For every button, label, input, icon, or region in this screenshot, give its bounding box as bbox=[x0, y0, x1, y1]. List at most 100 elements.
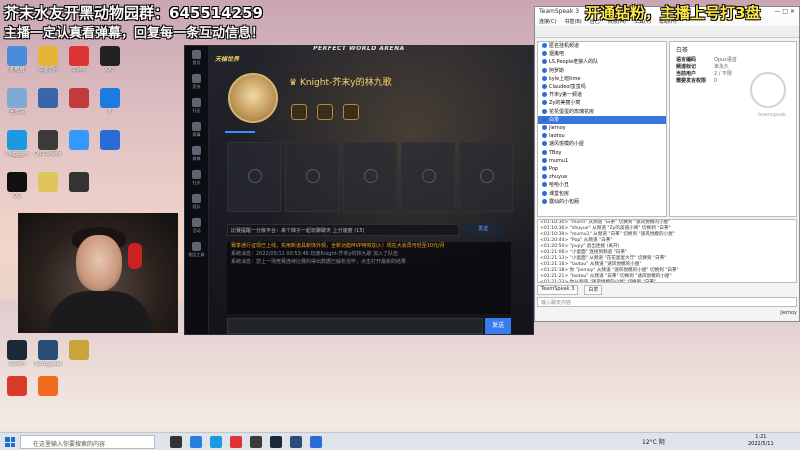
channel-tree-item[interactable]: Zy的美丽小窝 bbox=[538, 99, 666, 107]
teamspeak-icon[interactable] bbox=[290, 436, 302, 448]
steam-icon[interactable] bbox=[270, 436, 282, 448]
desktop-icon[interactable] bbox=[33, 376, 63, 404]
windows-start-icon[interactable] bbox=[5, 437, 15, 447]
desktop-icon-label bbox=[2, 397, 32, 404]
app-icon bbox=[38, 130, 58, 150]
badge-icon-2[interactable] bbox=[317, 104, 333, 120]
game-nav-item[interactable]: 社交 bbox=[185, 166, 208, 190]
channel-tree-item[interactable]: zhuyue bbox=[538, 173, 666, 181]
game-nav-item[interactable]: 竞技 bbox=[185, 70, 208, 94]
app-icon bbox=[38, 340, 58, 360]
channel-tree-item[interactable]: jiemoy bbox=[538, 124, 666, 132]
desktop-icon[interactable]: TeamSpeak 3 bbox=[33, 340, 63, 368]
ts-chat-input[interactable]: 输入聊天内容 bbox=[537, 297, 797, 307]
desktop-icon[interactable]: 2345 bbox=[64, 46, 94, 74]
desktop-icon[interactable] bbox=[95, 130, 125, 158]
channel-icon bbox=[542, 198, 547, 204]
nav-icon bbox=[192, 98, 201, 107]
desktop-icon[interactable] bbox=[33, 172, 63, 200]
ts-title: TeamSpeak 3 bbox=[539, 8, 580, 15]
game-nav-item[interactable]: 物品工具 bbox=[185, 238, 208, 262]
team-seat-1[interactable] bbox=[227, 142, 281, 212]
channel-tree-item[interactable]: laotou bbox=[538, 132, 666, 140]
ts-chat-tab[interactable]: 白茶 bbox=[584, 285, 603, 295]
room-owner-avatar[interactable] bbox=[228, 73, 278, 123]
nav-icon bbox=[192, 122, 201, 131]
channel-tree-item[interactable]: Claudeol蛮蛮吗 bbox=[538, 83, 666, 91]
desktop-icon[interactable]: 此电脑 bbox=[2, 46, 32, 74]
desktop-icon-label bbox=[33, 193, 63, 200]
edge-icon[interactable] bbox=[210, 436, 222, 448]
nav-icon bbox=[192, 74, 201, 83]
game-client-icon[interactable] bbox=[310, 436, 322, 448]
clock[interactable]: 1:21 2022/5/11 bbox=[748, 434, 774, 448]
channel-tree-item[interactable]: kyle上班time bbox=[538, 75, 666, 83]
app-icon bbox=[100, 46, 120, 66]
hint-send-button[interactable]: 发送 bbox=[463, 224, 503, 236]
channel-tree-item[interactable]: 露仙的小包厢 bbox=[538, 198, 666, 206]
channel-tree-item[interactable]: 哈哈小丑 bbox=[538, 181, 666, 189]
window-controls[interactable]: — □ ✕ bbox=[774, 8, 795, 16]
webcam-body bbox=[48, 291, 152, 333]
team-seat-4[interactable] bbox=[401, 142, 455, 212]
channel-tree-item[interactable]: 烟鬼吧 bbox=[538, 50, 666, 58]
send-button[interactable]: 发送 bbox=[485, 318, 511, 334]
team-seat-5[interactable] bbox=[459, 142, 513, 212]
desktop-icon[interactable]: Microsoft Edge bbox=[2, 130, 32, 158]
channel-icon bbox=[542, 149, 547, 155]
channel-tree-item[interactable]: mumu1 bbox=[538, 157, 666, 165]
desktop-icon[interactable]: 回收站 bbox=[2, 88, 32, 116]
team-seat-2[interactable] bbox=[285, 142, 339, 212]
channel-tree-item[interactable]: 课堂包房 bbox=[538, 190, 666, 198]
channel-tree-item[interactable]: 速风悦模的小屋 bbox=[538, 140, 666, 148]
nav-icon bbox=[192, 146, 201, 155]
desktop-icon[interactable] bbox=[64, 88, 94, 116]
desktop-icon[interactable]: QQ bbox=[2, 172, 32, 200]
ts-menu-item[interactable]: 书签(B) bbox=[564, 18, 581, 25]
stream-overlay-group: 芥末水友开黑动物园群：645514259 bbox=[4, 4, 263, 22]
desktop-icon[interactable] bbox=[2, 376, 32, 404]
team-seat-3[interactable] bbox=[343, 142, 397, 212]
weather-widget[interactable]: 12°C 阴 bbox=[642, 437, 665, 446]
desktop-icon[interactable] bbox=[64, 340, 94, 368]
ts-chat-tab[interactable]: TeamSpeak 3 bbox=[537, 285, 579, 295]
desktop-icon-label bbox=[95, 151, 125, 158]
desktop-icon[interactable]: K bbox=[95, 88, 125, 116]
game-nav-item[interactable]: 社区 bbox=[185, 94, 208, 118]
match-hint-bar[interactable]: 比赛提醒一分级平台：来个妹子一起玩聊聊天 上分速度 (15) bbox=[227, 224, 459, 236]
chat-input[interactable] bbox=[227, 318, 483, 334]
channel-tree-item[interactable]: 白茶 bbox=[538, 115, 666, 125]
channel-tree-item[interactable]: Pop bbox=[538, 165, 666, 173]
game-nav-item[interactable]: 赛事 bbox=[185, 118, 208, 142]
desktop-icon[interactable]: QQ bbox=[95, 46, 125, 74]
explorer-icon[interactable] bbox=[190, 436, 202, 448]
game-nav-item[interactable]: 商城 bbox=[185, 142, 208, 166]
channel-tree-item[interactable]: TBoy bbox=[538, 149, 666, 157]
channel-name: 白茶 bbox=[549, 116, 560, 123]
channel-icon bbox=[542, 100, 547, 106]
game-nav-item[interactable]: 首页 bbox=[185, 46, 208, 70]
channel-tree-item[interactable]: 匿名挂机频道 bbox=[538, 42, 666, 50]
channel-tree-item[interactable]: 花花蛋蛋的玫瑰花房 bbox=[538, 108, 666, 116]
task-view-icon[interactable] bbox=[170, 436, 182, 448]
channel-tree-item[interactable]: LS.People老狼人的队 bbox=[538, 58, 666, 66]
channel-tree-item[interactable]: 阿罗斯 bbox=[538, 67, 666, 75]
desktop-icon[interactable] bbox=[33, 88, 63, 116]
obs-icon[interactable] bbox=[250, 436, 262, 448]
desktop-icon[interactable]: OBS Studio bbox=[33, 130, 63, 158]
game-nav-item[interactable]: 组队 bbox=[185, 190, 208, 214]
teamspeak-logo-icon bbox=[750, 72, 786, 108]
desktop-icon[interactable]: 快速访问 bbox=[33, 46, 63, 74]
taskbar-search[interactable]: 在这里输入你要搜索的内容 bbox=[20, 435, 155, 449]
game-nav-item[interactable]: 活动 bbox=[185, 214, 208, 238]
desktop-icon-label: 回收站 bbox=[9, 109, 25, 115]
desktop-icon[interactable]: Steam bbox=[2, 340, 32, 368]
desktop-icon-label: QQ bbox=[106, 67, 114, 73]
desktop-icon[interactable] bbox=[64, 130, 94, 158]
badge-icon-1[interactable] bbox=[291, 104, 307, 120]
channel-tree-item[interactable]: 芥末y第一频道 bbox=[538, 91, 666, 99]
desktop-icon[interactable] bbox=[64, 172, 94, 200]
badge-icon-3[interactable] bbox=[343, 104, 359, 120]
ts-menu-item[interactable]: 连接(C) bbox=[539, 18, 556, 25]
app-icon[interactable] bbox=[230, 436, 242, 448]
